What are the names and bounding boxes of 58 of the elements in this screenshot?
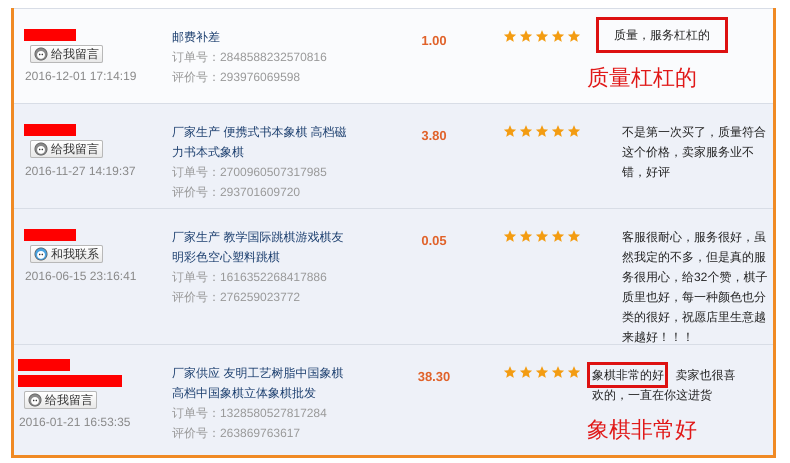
- star-icon: [503, 229, 517, 243]
- star-icon: [567, 124, 581, 138]
- smiley-icon: [28, 393, 42, 407]
- star-icon: [503, 124, 517, 138]
- review-number: 评价号：263869763617: [172, 425, 302, 442]
- smiley-icon: [34, 47, 48, 61]
- review-time: 2016-06-15 23:16:41: [25, 268, 138, 285]
- review-comment: 象棋非常的好 卖家也很喜欢的，一直在你这进货: [592, 367, 736, 404]
- review-number: 评价号：276259023772: [172, 289, 302, 306]
- price: 38.30: [418, 369, 450, 384]
- star-icon: [551, 124, 565, 138]
- product-link[interactable]: 厂家供应 友明工艺树脂中国象棋高档中国象棋立体象棋批发: [172, 363, 348, 403]
- review-number: 评价号：293701609720: [172, 184, 302, 201]
- star-icon: [519, 124, 533, 138]
- smiley-icon: [34, 247, 48, 261]
- star-icon: [551, 29, 565, 43]
- message-button[interactable]: 和我联系: [30, 245, 103, 263]
- star-icon: [535, 365, 549, 379]
- redaction-bar: [18, 359, 70, 371]
- star-icon: [503, 29, 517, 43]
- message-button[interactable]: 给我留言: [30, 45, 103, 63]
- star-icon: [519, 365, 533, 379]
- review-time: 2016-12-01 17:14:19: [25, 68, 138, 85]
- order-number: 订单号：2848588232570816: [172, 49, 328, 66]
- star-icon: [567, 365, 581, 379]
- redaction-bar: [24, 29, 76, 41]
- review-comment: 客服很耐心，服务很好，虽然我定的不多，但是真的服务很用心，给32个赞，棋子质里也好，每一种颜色也分类的很好，祝愿店里生意越来越好！！！: [622, 229, 768, 346]
- review-time: 2016-01-21 16:53:35: [19, 414, 132, 431]
- order-number: 订单号：2700960507317985: [172, 164, 328, 181]
- message-button[interactable]: 给我留言: [30, 140, 103, 158]
- star-icon: [567, 29, 581, 43]
- product-link[interactable]: 厂家生产 便携式书本象棋 高档磁力书本式象棋: [172, 122, 348, 162]
- star-icon: [551, 229, 565, 243]
- redaction-bar: [24, 229, 76, 241]
- annotation-text: 质量杠杠的: [587, 64, 698, 92]
- annotation-text: 象棋非常好: [587, 416, 698, 444]
- review-comment: 质量，服务杠杠的: [614, 27, 710, 44]
- star-icon: [535, 29, 549, 43]
- star-icon: [551, 365, 565, 379]
- review-comment: 不是第一次买了，质量符合这个价格，卖家服务业不错，好评: [622, 124, 767, 181]
- review-number: 评价号：293976069598: [172, 69, 302, 86]
- smiley-icon: [34, 142, 48, 156]
- message-button[interactable]: 给我留言: [24, 391, 97, 409]
- star-icon: [519, 29, 533, 43]
- star-icon: [503, 365, 517, 379]
- star-icon: [519, 229, 533, 243]
- star-icon: [535, 124, 549, 138]
- product-link[interactable]: 邮费补差: [172, 27, 348, 47]
- order-number: 订单号：1328580527817284: [172, 405, 328, 422]
- review-time: 2016-11-27 14:19:37: [25, 163, 137, 180]
- price: 3.80: [421, 128, 447, 143]
- star-icon: [567, 229, 581, 243]
- product-link[interactable]: 厂家生产 教学国际跳棋游戏棋友明彩色空心塑料跳棋: [172, 227, 348, 267]
- redaction-bar: [24, 124, 76, 136]
- price: 1.00: [421, 33, 447, 48]
- star-icon: [535, 229, 549, 243]
- order-number: 订单号：1616352268417886: [172, 269, 328, 286]
- price: 0.05: [421, 233, 447, 248]
